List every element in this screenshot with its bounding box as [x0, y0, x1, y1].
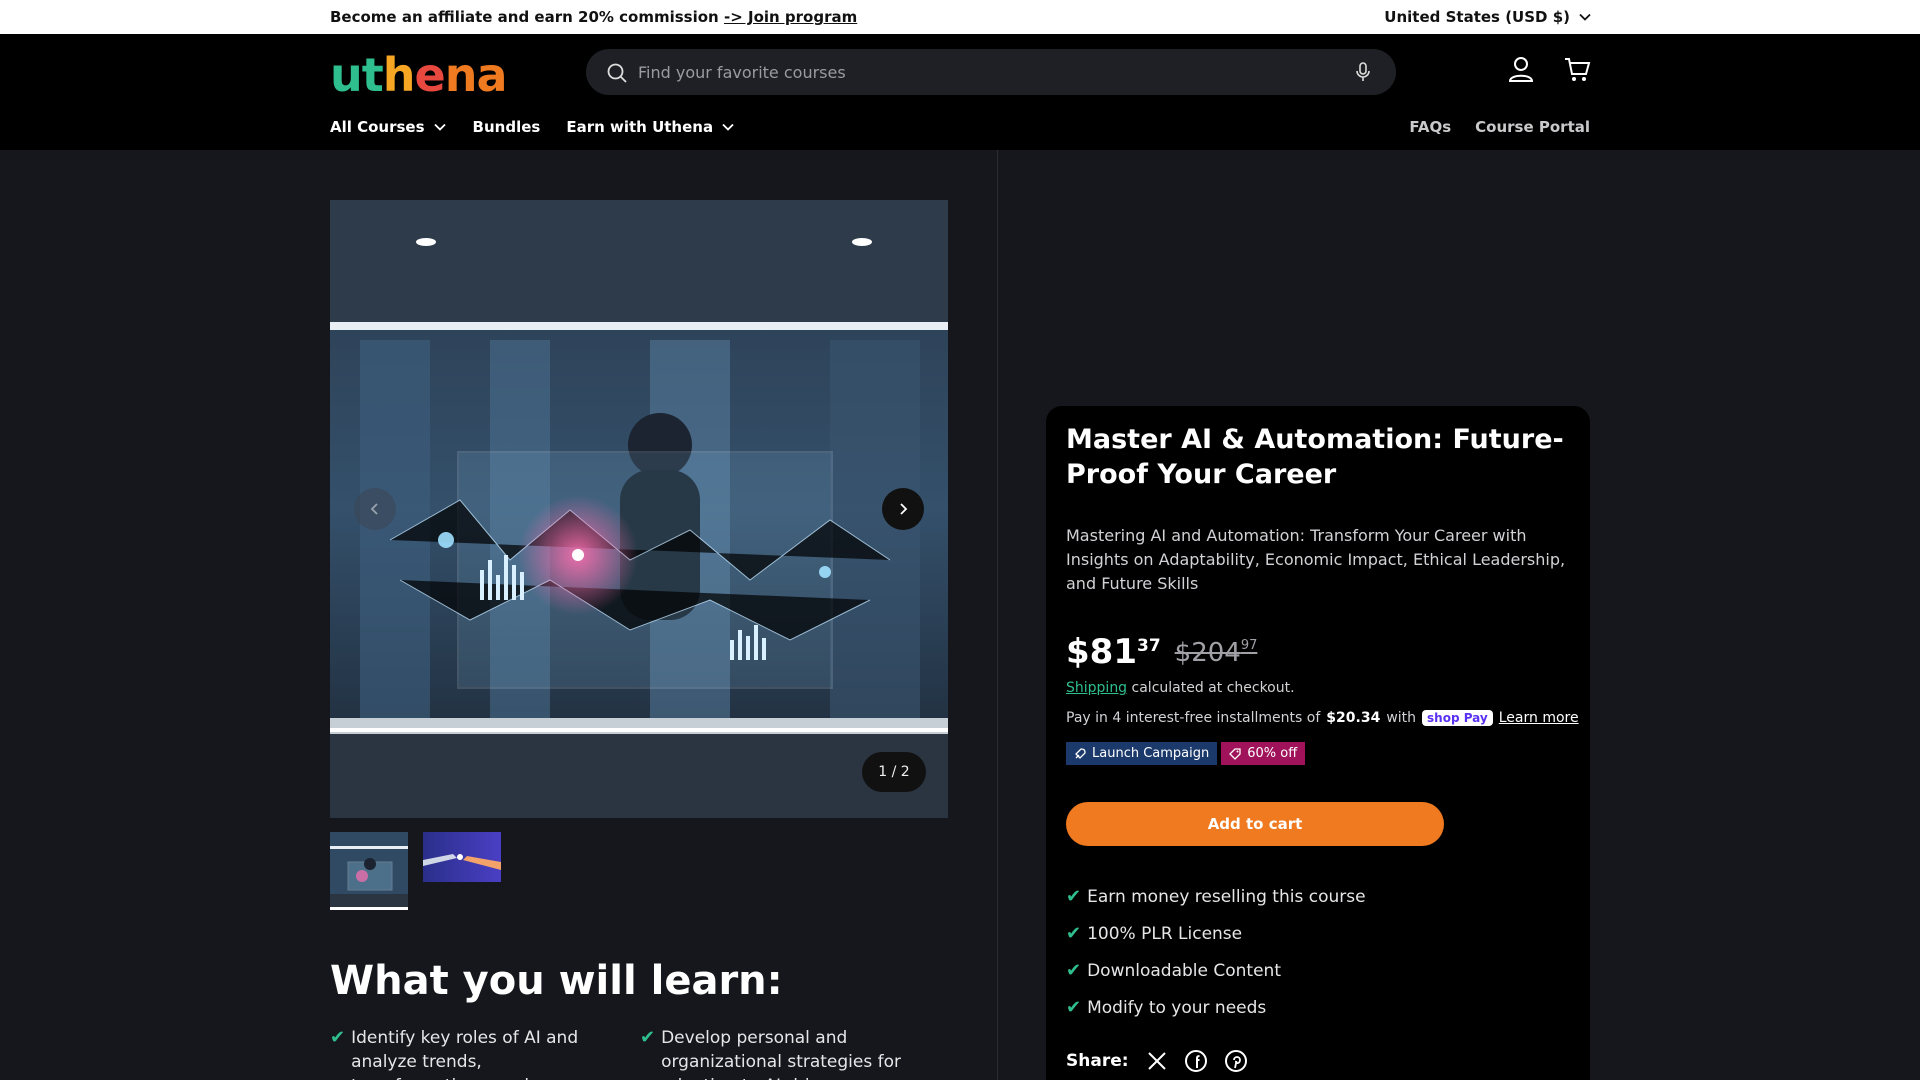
badge-label: 60% off [1247, 746, 1298, 761]
ai-hologram-image [330, 200, 948, 818]
learn-item: ✔ Develop personal and organizational st… [640, 1026, 936, 1080]
shipping-link[interactable]: Shipping [1066, 680, 1127, 696]
chevron-down-icon [1579, 13, 1591, 21]
shipping-note: Shipping calculated at checkout. [1066, 680, 1295, 696]
nav-all-courses[interactable]: All Courses [330, 118, 447, 136]
account-icon[interactable] [1506, 54, 1536, 84]
chevron-left-icon [370, 503, 378, 515]
add-to-cart-button[interactable]: Add to cart [1066, 802, 1444, 846]
logo-letter: u [330, 48, 363, 102]
learn-more-link[interactable]: Learn more [1499, 710, 1579, 726]
original-price-whole: $204 [1174, 638, 1241, 668]
announcement-bar: Become an affiliate and earn 20% commiss… [0, 0, 1920, 34]
learn-item: ✔ Identify key roles of AI and analyze t… [330, 1026, 626, 1080]
feature-text: Earn money reselling this course [1087, 886, 1366, 907]
nav-label: Bundles [472, 118, 541, 136]
nav-bundles[interactable]: Bundles [473, 118, 541, 136]
feature-item: ✔ Earn money reselling this course [1066, 878, 1366, 915]
column-divider [997, 150, 998, 1080]
original-price: $20497 [1175, 638, 1258, 668]
shipping-text: calculated at checkout. [1131, 680, 1295, 696]
thumbnail-1[interactable] [330, 832, 408, 910]
nav-faqs[interactable]: FAQs [1409, 118, 1451, 136]
join-program-link[interactable]: -> Join program [724, 8, 857, 26]
feature-text: Downloadable Content [1087, 960, 1281, 981]
installment-amount: $20.34 [1326, 710, 1381, 726]
checkmark-icon: ✔ [330, 1027, 346, 1048]
search-input[interactable] [638, 58, 1318, 86]
learn-item-text: Develop personal and organizational stra… [661, 1028, 902, 1080]
logo-letter: h [382, 48, 416, 102]
microphone-icon[interactable] [1354, 61, 1372, 83]
product-info-card: Master AI & Automation: Future-Proof You… [1046, 406, 1590, 1080]
current-price-whole: $81 [1066, 632, 1137, 672]
logo-letter: a [476, 48, 507, 102]
feature-item: ✔ Modify to your needs [1066, 989, 1366, 1026]
checkmark-icon: ✔ [640, 1027, 656, 1048]
next-image-button[interactable] [882, 488, 924, 530]
checkmark-icon: ✔ [1066, 997, 1082, 1018]
logo-letter: e [414, 48, 446, 102]
country-selector[interactable]: United States (USD $) [1384, 8, 1592, 26]
tag-icon [1229, 747, 1241, 760]
cart-icon[interactable] [1562, 54, 1592, 84]
x-twitter-icon[interactable] [1147, 1051, 1167, 1071]
product-badges: Launch Campaign 60% off [1066, 742, 1306, 765]
chevron-down-icon [433, 123, 446, 131]
image-counter: 1 / 2 [862, 752, 926, 792]
logo-letter: t [361, 48, 384, 102]
feature-item: ✔ 100% PLR License [1066, 915, 1366, 952]
nav-earn-with-uthena[interactable]: Earn with Uthena [566, 118, 735, 136]
checkmark-icon: ✔ [1066, 923, 1082, 944]
share-label: Share: [1066, 1051, 1129, 1071]
feature-text: 100% PLR License [1087, 923, 1243, 944]
product-description: Mastering AI and Automation: Transform Y… [1066, 526, 1566, 593]
badge-label: Launch Campaign [1092, 746, 1210, 761]
facebook-icon[interactable] [1184, 1050, 1207, 1072]
chevron-right-icon [900, 503, 908, 515]
prev-image-button[interactable] [354, 488, 396, 530]
logo-letter: n [444, 48, 478, 102]
pinterest-icon[interactable] [1224, 1050, 1247, 1072]
learn-item-text: Identify key roles of AI and analyze tre… [351, 1028, 579, 1080]
learn-heading: What you will learn: [330, 958, 783, 1004]
thumbnail-image [423, 832, 501, 882]
country-label: United States (USD $) [1384, 8, 1570, 26]
thumbnail-2[interactable] [423, 832, 501, 882]
thumbnail-image [330, 832, 408, 907]
affiliate-text: Become an affiliate and earn 20% commiss… [330, 8, 857, 26]
nav-label: Earn with Uthena [566, 118, 714, 136]
share-row: Share: [1066, 1050, 1247, 1072]
current-price-cents: 37 [1136, 636, 1161, 656]
feature-item: ✔ Downloadable Content [1066, 952, 1366, 989]
site-header: uthena All Courses Bundles Earn with Uth… [0, 34, 1920, 150]
nav-label: All Courses [330, 118, 425, 136]
installments-note: Pay in 4 interest-free installments of $… [1066, 710, 1579, 726]
current-price: $8137 [1066, 632, 1161, 672]
launch-campaign-badge: Launch Campaign [1066, 742, 1218, 765]
search-bar [586, 49, 1396, 95]
secondary-nav: FAQs Course Portal [1409, 118, 1590, 136]
nav-course-portal[interactable]: Course Portal [1475, 118, 1590, 136]
checkmark-icon: ✔ [1066, 960, 1082, 981]
chevron-down-icon [722, 123, 734, 131]
feature-list: ✔ Earn money reselling this course ✔ 100% … [1066, 878, 1366, 1026]
main-nav: All Courses Bundles Earn with Uthena [330, 118, 735, 136]
original-price-cents: 97 [1240, 638, 1258, 653]
discount-badge: 60% off [1221, 742, 1306, 765]
price-block: $8137 $20497 [1066, 632, 1257, 672]
installments-with: with [1386, 710, 1417, 726]
shop-pay-logo: shop Pay [1422, 710, 1493, 726]
feature-text: Modify to your needs [1087, 997, 1267, 1018]
rocket-icon [1075, 747, 1086, 759]
product-main-image[interactable] [330, 200, 948, 818]
product-title: Master AI & Automation: Future-Proof You… [1066, 424, 1564, 490]
search-icon[interactable] [606, 62, 628, 84]
checkmark-icon: ✔ [1066, 886, 1082, 907]
affiliate-message: Become an affiliate and earn 20% commiss… [330, 8, 719, 26]
installments-text: Pay in 4 interest-free installments of [1066, 710, 1321, 726]
uthena-logo[interactable]: uthena [330, 48, 508, 102]
